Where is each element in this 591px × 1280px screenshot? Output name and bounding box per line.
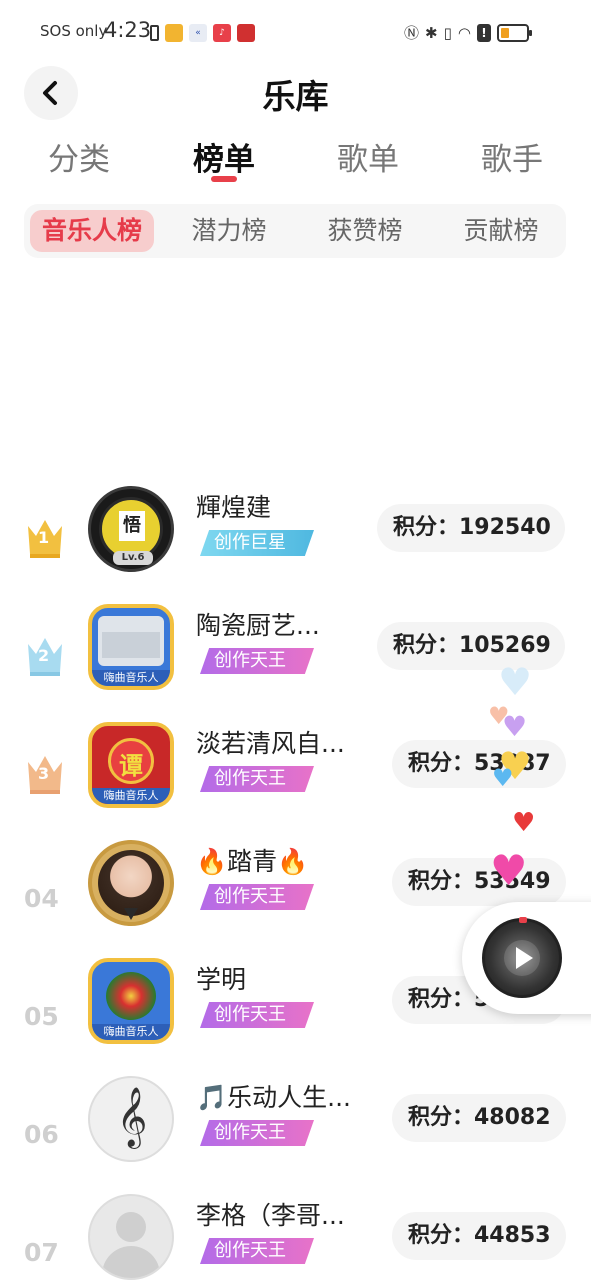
tab-singers[interactable]: 歌手	[480, 134, 544, 179]
score-pill: 积分：192540	[377, 504, 565, 552]
subtab-contribution-chart[interactable]: 贡献榜	[454, 210, 548, 252]
avatar[interactable]	[88, 840, 174, 926]
subtab-musician-chart[interactable]: 音乐人榜	[30, 210, 154, 252]
music-label: 嗨曲音乐人	[92, 670, 170, 686]
subtab-likes-chart[interactable]: 获赞榜	[318, 210, 412, 252]
musician-name[interactable]: 李格（李哥...	[196, 1196, 345, 1232]
rank-number: 07	[24, 1238, 59, 1267]
musician-name[interactable]: 学明	[196, 960, 246, 996]
rank-number: 3	[38, 764, 50, 783]
avatar[interactable]	[88, 1194, 174, 1280]
play-icon[interactable]	[502, 938, 542, 978]
heart-icon: ♥	[502, 710, 528, 743]
music-label: 嗨曲音乐人	[92, 1024, 170, 1040]
main-tabs: 分类 榜单 歌单 歌手	[0, 134, 591, 184]
floating-player[interactable]	[462, 902, 591, 1014]
tab-charts[interactable]: 榜单	[192, 134, 256, 179]
heart-icon: ♥	[512, 808, 536, 838]
chart-subtabs: 音乐人榜 潜力榜 获赞榜 贡献榜	[24, 204, 566, 258]
musician-name[interactable]: 陶瓷厨艺...	[196, 606, 320, 642]
notification-icons: « ♪	[150, 24, 255, 42]
carrier-text: SOS only	[40, 22, 108, 40]
badge-creator-king: 创作天王	[200, 1002, 314, 1028]
rank-number: 2	[38, 646, 50, 665]
subtab-potential-chart[interactable]: 潜力榜	[182, 210, 276, 252]
avatar[interactable]: 嗨曲音乐人	[88, 604, 174, 690]
tab-playlists[interactable]: 歌单	[336, 134, 400, 179]
score-pill: 积分：48082	[392, 1094, 566, 1142]
wallet-app-icon	[165, 24, 183, 42]
disc-progress-dot	[519, 917, 527, 923]
album-disc[interactable]	[482, 917, 562, 998]
musician-name[interactable]: 淡若清风自...	[196, 724, 345, 760]
heart-icon: ♥	[498, 660, 533, 704]
rank-number: 05	[24, 1002, 59, 1031]
rank-number: 04	[24, 884, 59, 913]
score-pill: 积分：44853	[392, 1212, 566, 1260]
rank-number: 1	[38, 528, 50, 547]
list-item[interactable]: 07 李格（李哥... 创作天王 积分：44853	[0, 1194, 591, 1280]
nfc-icon: Ⓝ	[404, 24, 420, 42]
musician-name[interactable]: 🔥踏青🔥	[196, 842, 308, 878]
avatar-center-char: 谭	[119, 752, 143, 780]
heart-icon: ♥	[492, 764, 514, 792]
sim-icon	[150, 25, 159, 41]
rank-number: 06	[24, 1120, 59, 1149]
badge-creator-king: 创作天王	[200, 766, 314, 792]
default-user-icon	[116, 1212, 146, 1242]
avatar-center-char: 悟	[119, 511, 145, 541]
treble-clef-icon: 𝄞	[116, 1087, 148, 1147]
badge-creator-king: 创作天王	[200, 1238, 314, 1264]
avatar[interactable]: 嗨曲音乐人	[88, 958, 174, 1044]
music-app-icon: ♪	[213, 24, 231, 42]
active-tab-indicator	[211, 176, 237, 182]
vibrate-icon: ▯	[443, 23, 452, 42]
badge-creator-king: 创作天王	[200, 1120, 314, 1146]
avatar[interactable]: 谭 嗨曲音乐人	[88, 722, 174, 808]
page-title: 乐库	[262, 77, 329, 116]
badge-creator-star: 创作巨星	[200, 530, 314, 556]
musician-name[interactable]: 輝煌建	[196, 488, 271, 524]
status-time: 4:23	[104, 18, 152, 42]
heart-icon: ♥	[490, 846, 528, 895]
floating-hearts: ♥ ♥ ♥ ♥ ♥ ♥ ♥	[486, 660, 546, 900]
news-app-icon	[237, 24, 255, 42]
music-label: 嗨曲音乐人	[92, 788, 170, 804]
badge-creator-king: 创作天王	[200, 884, 314, 910]
arrow-app-icon: «	[189, 24, 207, 42]
wifi-icon: ◠	[457, 23, 471, 42]
level-badge: Lv.6	[113, 551, 153, 565]
tab-category[interactable]: 分类	[48, 134, 110, 179]
avatar[interactable]: 悟 Lv.6	[88, 486, 174, 572]
bluetooth-icon: ✱	[425, 23, 438, 42]
musician-name[interactable]: 🎵乐动人生...	[196, 1078, 351, 1114]
list-item[interactable]: 06 𝄞 🎵乐动人生... 创作天王 积分：48082	[0, 1076, 591, 1204]
avatar[interactable]: 𝄞	[88, 1076, 174, 1162]
list-item[interactable]: 1 悟 Lv.6 輝煌建 创作巨星 积分：192540	[0, 486, 591, 614]
status-bar: SOS only 4:23 « ♪ Ⓝ ✱ ▯ ◠ !	[0, 0, 591, 66]
alert-icon: !	[476, 23, 491, 42]
battery-icon	[496, 23, 532, 42]
system-icons: Ⓝ ✱ ▯ ◠ !	[404, 22, 532, 43]
badge-creator-king: 创作天王	[200, 648, 314, 674]
